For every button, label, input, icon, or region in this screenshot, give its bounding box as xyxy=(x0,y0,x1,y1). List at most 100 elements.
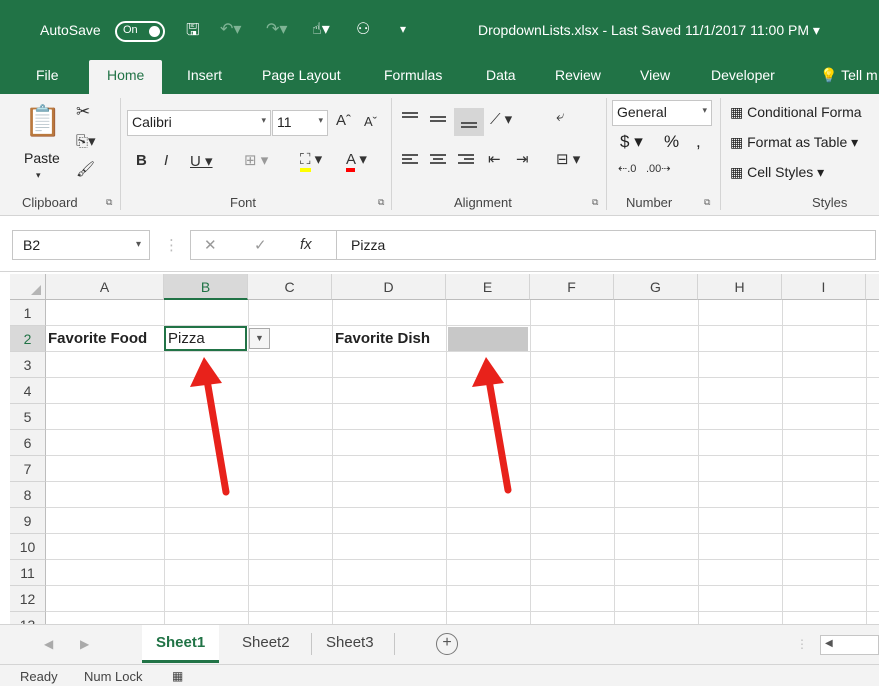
horizontal-scrollbar[interactable]: ◀ xyxy=(820,635,879,655)
column-header-i[interactable]: I xyxy=(782,274,866,300)
comma-button[interactable]: , xyxy=(696,132,701,152)
decrease-font-icon[interactable]: Aˇ xyxy=(364,114,377,129)
paste-dropdown-icon[interactable]: ▾ xyxy=(36,170,41,181)
autosave-toggle[interactable]: On xyxy=(115,21,165,42)
align-right-icon[interactable] xyxy=(458,154,474,166)
underline-icon[interactable]: U ▾ xyxy=(190,152,213,170)
italic-icon[interactable]: I xyxy=(164,152,168,169)
undo-icon[interactable]: ↶▾ xyxy=(220,19,241,39)
paste-icon[interactable]: 📋 xyxy=(24,104,61,139)
enter-icon[interactable]: ✓ xyxy=(254,236,267,254)
sheet-tab-sheet3[interactable]: Sheet3 xyxy=(312,625,388,661)
sheet-tab-sheet2[interactable]: Sheet2 xyxy=(228,625,304,661)
tab-home[interactable]: Home xyxy=(89,60,163,94)
align-center-icon[interactable] xyxy=(430,154,446,166)
cut-icon[interactable]: ✂ xyxy=(76,102,90,122)
format-as-table-button[interactable]: ▦ Format as Table ▾ xyxy=(730,134,858,151)
tab-developer[interactable]: Developer xyxy=(701,60,785,94)
column-header-partial[interactable] xyxy=(866,274,879,300)
scroll-left-icon[interactable]: ◀ xyxy=(825,638,833,649)
cell-d2[interactable]: Favorite Dish xyxy=(333,326,430,352)
cell-b2-active[interactable]: Pizza xyxy=(164,326,247,351)
tab-tell-me[interactable]: 💡 Tell m xyxy=(810,60,879,94)
row-header-9[interactable]: 9 xyxy=(10,508,46,534)
macro-record-icon[interactable]: ▦ xyxy=(172,669,183,683)
top-align-icon[interactable] xyxy=(402,112,418,124)
column-header-h[interactable]: H xyxy=(698,274,782,300)
column-header-b[interactable]: B xyxy=(164,274,248,300)
decrease-decimal-icon[interactable]: .00⇢ xyxy=(646,162,671,175)
orientation-icon[interactable]: ⟋ ▾ xyxy=(490,110,512,128)
row-header-10[interactable]: 10 xyxy=(10,534,46,560)
increase-indent-icon[interactable]: ⇥ xyxy=(516,150,529,168)
row-header-13[interactable]: 13 xyxy=(10,612,46,624)
borders-icon[interactable]: ⊞ ▾ xyxy=(244,151,268,169)
redo-icon[interactable]: ↷▾ xyxy=(266,19,287,39)
format-painter-icon[interactable]: 🖌 xyxy=(76,160,95,178)
tab-page-layout[interactable]: Page Layout xyxy=(252,60,351,94)
next-sheet-icon[interactable]: ▶ xyxy=(80,637,89,651)
column-header-e[interactable]: E xyxy=(446,274,530,300)
increase-font-icon[interactable]: Aˆ xyxy=(336,112,351,129)
bottom-align-button[interactable] xyxy=(454,108,484,136)
formula-input[interactable]: Pizza xyxy=(336,230,876,260)
row-header-4[interactable]: 4 xyxy=(10,378,46,404)
font-size-box[interactable]: 11 ▾ xyxy=(272,110,328,136)
row-header-12[interactable]: 12 xyxy=(10,586,46,612)
customize-qat-icon[interactable]: ▾ xyxy=(400,22,406,36)
middle-align-icon[interactable] xyxy=(430,116,446,128)
increase-decimal-icon[interactable]: ⇠.0 xyxy=(618,162,636,175)
insert-function-icon[interactable]: fx xyxy=(300,236,312,253)
row-header-1[interactable]: 1 xyxy=(10,300,46,326)
touch-mode-icon[interactable]: ☝▾ xyxy=(312,19,330,39)
sheet-tab-sheet1[interactable]: Sheet1 xyxy=(142,625,220,663)
hierarchy-icon[interactable]: ⚇ xyxy=(356,19,370,39)
dropdown-list-button[interactable]: ▼ xyxy=(249,328,270,349)
conditional-formatting-button[interactable]: ▦ Conditional Forma xyxy=(730,104,862,121)
column-header-c[interactable]: C xyxy=(248,274,332,300)
fill-color-icon[interactable]: ⛶ ▾ xyxy=(300,150,322,172)
percent-button[interactable]: % xyxy=(664,132,679,152)
bold-icon[interactable]: B xyxy=(136,152,147,169)
alignment-launcher-icon[interactable]: ⧉ xyxy=(592,197,598,208)
add-sheet-icon[interactable]: + xyxy=(436,633,458,655)
cell-a2[interactable]: Favorite Food xyxy=(46,326,147,352)
select-all-button[interactable] xyxy=(10,274,46,300)
paste-label[interactable]: Paste xyxy=(24,150,60,166)
merge-center-icon[interactable]: ⊟ ▾ xyxy=(556,150,580,168)
tab-file[interactable]: File xyxy=(26,60,69,94)
copy-icon[interactable]: ⎘▾ xyxy=(76,132,96,150)
row-header-8[interactable]: 8 xyxy=(10,482,46,508)
row-header-7[interactable]: 7 xyxy=(10,456,46,482)
cell-styles-button[interactable]: ▦ Cell Styles ▾ xyxy=(730,164,824,181)
row-header-2[interactable]: 2 xyxy=(10,326,46,352)
tab-data[interactable]: Data xyxy=(476,60,526,94)
decrease-indent-icon[interactable]: ⇤ xyxy=(488,150,501,168)
cancel-icon[interactable]: ✕ xyxy=(204,236,217,254)
column-header-d[interactable]: D xyxy=(332,274,446,300)
column-header-g[interactable]: G xyxy=(614,274,698,300)
number-format-box[interactable]: General ▾ xyxy=(612,100,712,126)
font-color-icon[interactable]: A ▾ xyxy=(346,150,367,172)
wrap-text-icon[interactable]: ⤶ xyxy=(556,108,564,125)
tab-insert[interactable]: Insert xyxy=(177,60,232,94)
cell-e2[interactable] xyxy=(448,327,528,351)
clipboard-launcher-icon[interactable]: ⧉ xyxy=(106,197,112,208)
save-icon[interactable]: 🖫 xyxy=(186,19,200,46)
number-launcher-icon[interactable]: ⧉ xyxy=(704,197,710,208)
font-launcher-icon[interactable]: ⧉ xyxy=(378,197,384,208)
font-name-box[interactable]: Calibri ▾ xyxy=(127,110,271,136)
column-header-f[interactable]: F xyxy=(530,274,614,300)
name-box[interactable]: B2 ▾ xyxy=(12,230,150,260)
row-header-5[interactable]: 5 xyxy=(10,404,46,430)
tab-view[interactable]: View xyxy=(630,60,680,94)
currency-button[interactable]: $ ▾ xyxy=(620,132,643,152)
row-header-3[interactable]: 3 xyxy=(10,352,46,378)
tab-formulas[interactable]: Formulas xyxy=(374,60,452,94)
row-header-6[interactable]: 6 xyxy=(10,430,46,456)
row-header-11[interactable]: 11 xyxy=(10,560,46,586)
prev-sheet-icon[interactable]: ◀ xyxy=(44,637,53,651)
tab-review[interactable]: Review xyxy=(545,60,611,94)
align-left-icon[interactable] xyxy=(402,154,418,166)
column-header-a[interactable]: A xyxy=(46,274,164,300)
